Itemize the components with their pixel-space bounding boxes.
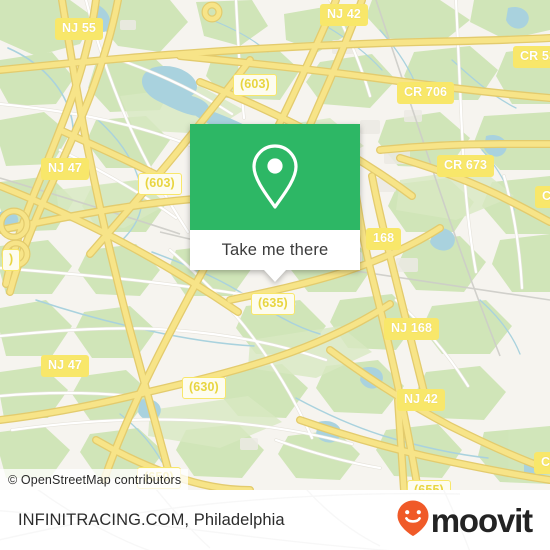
- road-shield-label: 168: [373, 231, 395, 245]
- popup-icon-area: [190, 124, 360, 230]
- road-shield: CR 7: [535, 186, 550, 208]
- road-shield: NJ 55: [55, 18, 103, 40]
- road-shield: (603): [233, 74, 277, 96]
- road-shield-label: CR 705: [541, 455, 550, 469]
- road-shield: NJ 47: [41, 158, 89, 180]
- road-shield-label: CR 706: [404, 85, 448, 99]
- road-shield: (635): [251, 293, 295, 315]
- popup-pointer-tail: [264, 270, 286, 282]
- take-me-there-popup[interactable]: Take me there: [190, 124, 360, 282]
- road-shield: (603): [138, 173, 182, 195]
- road-shield: CR 705: [534, 452, 550, 474]
- road-shield: 168: [366, 228, 402, 250]
- road-shield-label: CR 534: [520, 49, 550, 63]
- road-shield: (655): [407, 480, 451, 490]
- road-shield: ): [2, 249, 21, 271]
- road-shield: CR 673: [437, 155, 495, 177]
- moovit-smiling-pin-icon: [396, 499, 430, 542]
- place-title: INFINITRACING.COM, Philadelphia: [18, 510, 285, 529]
- take-me-there-label: Take me there: [221, 240, 329, 259]
- map-pin-icon: [246, 140, 304, 214]
- attribution-text: © OpenStreetMap contributors: [8, 472, 182, 487]
- road-shield: (630): [182, 377, 226, 399]
- road-shield: CR 706: [397, 82, 455, 104]
- road-shield-label: NJ 47: [48, 358, 82, 372]
- popup-action-area[interactable]: Take me there: [190, 230, 360, 270]
- road-shield-label: (655): [414, 483, 444, 490]
- road-shield-label: NJ 42: [404, 392, 438, 406]
- road-shield-label: NJ 47: [48, 161, 82, 175]
- road-shield-label: (635): [258, 296, 288, 310]
- road-shield-label: CR 673: [444, 158, 488, 172]
- road-shield-label: CR 7: [542, 189, 550, 203]
- road-shield-label: NJ 168: [391, 321, 433, 335]
- road-shield: NJ 47: [41, 355, 89, 377]
- map-attribution[interactable]: © OpenStreetMap contributors: [0, 469, 189, 490]
- road-shield: NJ 42: [320, 4, 368, 26]
- road-shield: NJ 168: [384, 318, 440, 340]
- road-shield-label: (603): [145, 176, 175, 190]
- road-shield-label: ): [9, 252, 14, 266]
- road-shield-label: NJ 42: [327, 7, 361, 21]
- moovit-wordmark: moovit: [430, 501, 533, 539]
- road-shield: CR 534: [513, 46, 550, 68]
- moovit-brand[interactable]: moovit: [396, 499, 533, 542]
- moovit-map-screenshot: .gr { fill:#cfe5b6; } .gr2 { fill:#d8e9c…: [0, 0, 550, 550]
- bottom-info-bar: INFINITRACING.COM, Philadelphia moovit: [0, 490, 550, 550]
- road-shield-label: (603): [240, 77, 270, 91]
- road-shield: NJ 42: [397, 389, 445, 411]
- road-shield-label: (630): [189, 380, 219, 394]
- road-shield-label: NJ 55: [62, 21, 96, 35]
